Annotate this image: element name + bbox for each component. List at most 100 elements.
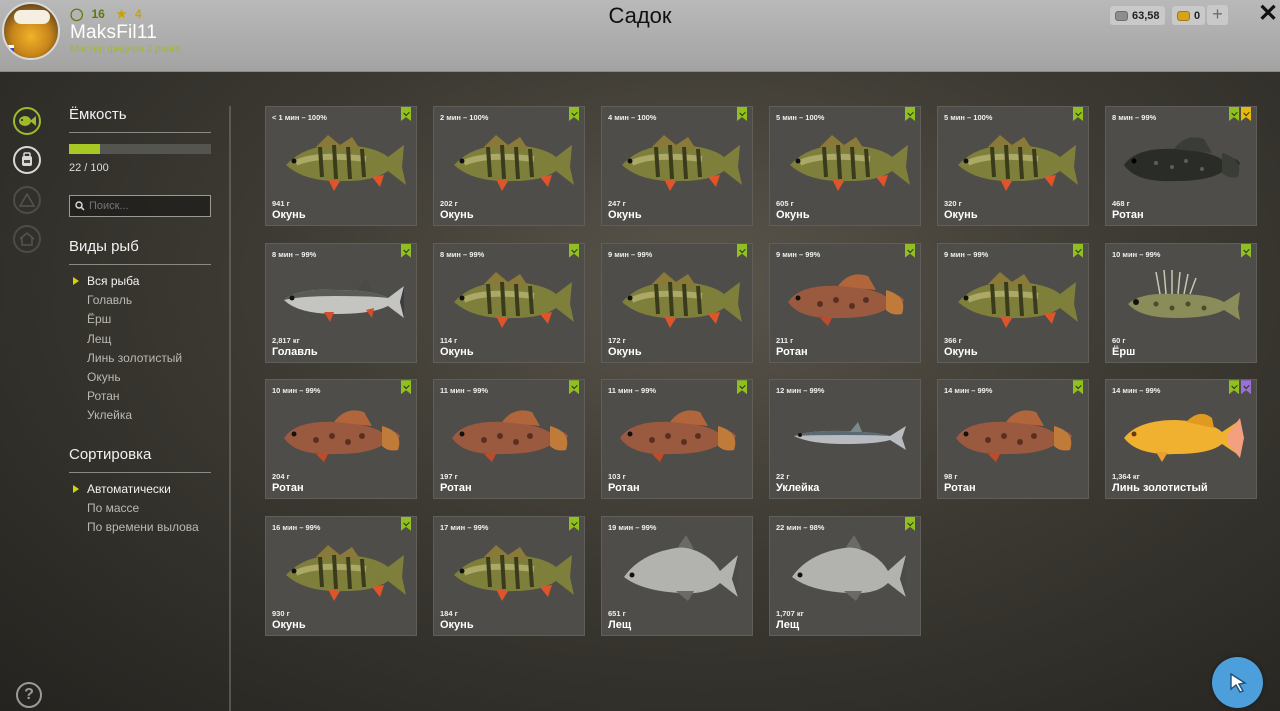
fish-card[interactable]: 14 мин – 99% 98 г Ротан <box>937 379 1089 500</box>
species-filter-item[interactable]: Окунь <box>87 368 182 387</box>
search-input[interactable] <box>89 200 199 212</box>
fish-card[interactable]: 12 мин – 99% 22 г Уклейка <box>769 379 921 500</box>
fish-card[interactable]: 5 мин – 100% 605 г Окунь <box>769 106 921 226</box>
catch-time: 8 мин – 99% <box>272 249 317 259</box>
fish-card[interactable]: 11 мин – 99% 197 г Ротан <box>433 379 585 500</box>
fish-badges <box>1229 107 1251 121</box>
fish-badges <box>1073 380 1083 395</box>
fish-weight: 184 г <box>440 608 458 618</box>
perch-fish-icon <box>780 123 912 193</box>
fish-card[interactable]: 10 мин – 99% 204 г Ротан <box>265 379 417 500</box>
catch-time: 11 мин – 99% <box>608 386 657 396</box>
house-icon <box>13 225 41 253</box>
rotan-fish-icon <box>780 260 912 330</box>
catch-time: 4 мин – 100% <box>608 113 657 122</box>
cursor-mode-button[interactable] <box>1212 657 1263 708</box>
species-filter-item[interactable]: Ротан <box>87 387 182 406</box>
fish-badges <box>905 516 915 531</box>
fish-badges <box>1229 380 1251 395</box>
fish-name: Ротан <box>440 482 472 495</box>
sort-option-item[interactable]: По времени вылова <box>87 518 199 537</box>
rotan-fish-icon <box>276 396 408 466</box>
catch-time: 2 мин – 100% <box>440 113 489 122</box>
green-bookmark-icon <box>905 516 915 531</box>
green-bookmark-icon <box>737 380 747 395</box>
fish-name: Лещ <box>776 618 800 631</box>
fish-badges <box>1073 243 1083 258</box>
fish-name: Ротан <box>272 482 304 495</box>
fish-card[interactable]: 8 мин – 99% 114 г Окунь <box>433 242 585 363</box>
species-filter-item[interactable]: Уклейка <box>87 406 182 425</box>
search-field[interactable] <box>69 195 211 217</box>
capacity-title: Ёмкость <box>69 106 211 133</box>
fish-card[interactable]: 8 мин – 99% 2,817 кг Голавль <box>265 242 417 363</box>
fish-card[interactable]: 2 мин – 100% 202 г Окунь <box>433 106 585 226</box>
fish-card[interactable]: 8 мин – 99% 468 г Ротан <box>1105 106 1257 226</box>
species-filter-item[interactable]: Лещ <box>87 330 182 349</box>
help-button[interactable]: ? <box>16 682 42 708</box>
fish-card[interactable]: 19 мин – 99% 651 г Лещ <box>601 515 753 636</box>
sort-option-item[interactable]: По массе <box>87 499 199 518</box>
perch-fish-icon <box>444 260 576 330</box>
fish-name: Окунь <box>440 618 474 631</box>
fish-badges <box>569 380 579 395</box>
gold-balance: 0 <box>1172 6 1206 25</box>
perch-fish-icon <box>276 533 408 603</box>
fish-card[interactable]: 22 мин – 98% 1,707 кг Лещ <box>769 515 921 636</box>
russian-flag-icon <box>4 45 14 54</box>
fish-name: Окунь <box>272 209 306 221</box>
fish-card[interactable]: 17 мин – 99% 184 г Окунь <box>433 515 585 636</box>
fish-badges <box>569 107 579 121</box>
green-bookmark-icon <box>905 243 915 258</box>
sort-option-item[interactable]: Автоматически <box>73 480 199 499</box>
species-list: Вся рыба Голавль Ёрш Лещ Линь золотистый Окун… <box>72 272 182 426</box>
inventory-tab[interactable] <box>13 146 41 174</box>
fish-weight: 366 г <box>944 335 962 345</box>
fish-card[interactable]: 9 мин – 99% 172 г Окунь <box>601 242 753 363</box>
fish-card[interactable]: 11 мин – 99% 103 г Ротан <box>601 379 753 500</box>
fish-keepnet-icon <box>13 107 41 135</box>
fish-weight: 468 г <box>1112 199 1130 208</box>
fish-weight: 211 г <box>776 335 794 345</box>
species-filter-item[interactable]: Голавль <box>87 291 182 310</box>
fish-card[interactable]: 9 мин – 99% 366 г Окунь <box>937 242 1089 363</box>
sorting-section: Сортировка <box>69 446 211 473</box>
catch-time: 9 мин – 99% <box>776 249 821 259</box>
perch-fish-icon <box>612 123 744 193</box>
fish-card[interactable]: 14 мин – 99% 1,364 кг Линь золотистый <box>1105 379 1257 500</box>
fish-card[interactable]: < 1 мин – 100% 941 г Окунь <box>265 106 417 226</box>
close-button[interactable]: ✕ <box>1257 2 1279 26</box>
fish-name: Окунь <box>272 618 306 631</box>
top-bar: ◯ 16 ★ 4 MaksFil11 Мастер фидера 2 ранга С… <box>0 0 1280 72</box>
keepnet-tab[interactable] <box>13 107 41 135</box>
fish-badges <box>401 380 411 395</box>
catch-time: < 1 мин – 100% <box>272 113 327 122</box>
dark-rotan-fish-icon <box>1116 123 1248 193</box>
fish-badges <box>905 243 915 258</box>
fish-card[interactable]: 9 мин – 99% 211 г Ротан <box>769 242 921 363</box>
fish-card[interactable]: 4 мин – 100% 247 г Окунь <box>601 106 753 226</box>
home-tab[interactable] <box>13 225 41 253</box>
silver-balance: 63,58 <box>1110 6 1165 25</box>
camp-tab[interactable] <box>13 186 41 214</box>
fish-card[interactable]: 16 мин – 99% 930 г Окунь <box>265 515 417 636</box>
fish-card[interactable]: 5 мин – 100% 320 г Окунь <box>937 106 1089 226</box>
species-filter-item[interactable]: Вся рыба <box>72 272 182 291</box>
fish-name: Уклейка <box>776 482 820 495</box>
fish-badges <box>401 107 411 121</box>
fish-card[interactable]: 10 мин – 99% 60 г Ёрш <box>1105 242 1257 363</box>
species-filter-item[interactable]: Ёрш <box>87 310 182 329</box>
rotan-fish-icon <box>612 396 744 466</box>
green-bookmark-icon <box>569 107 579 121</box>
add-currency-button[interactable]: + <box>1207 5 1228 25</box>
green-bookmark-icon <box>569 243 579 258</box>
fish-name: Ротан <box>944 482 976 495</box>
fish-weight: 172 г <box>608 335 626 345</box>
fish-weight: 202 г <box>440 199 458 208</box>
species-filter-item[interactable]: Линь золотистый <box>87 349 182 368</box>
rotan-fish-icon <box>444 396 576 466</box>
fish-weight: 197 г <box>440 472 458 482</box>
fish-name: Окунь <box>440 209 474 221</box>
fish-name: Окунь <box>944 209 978 221</box>
fish-name: Голавль <box>272 345 318 358</box>
